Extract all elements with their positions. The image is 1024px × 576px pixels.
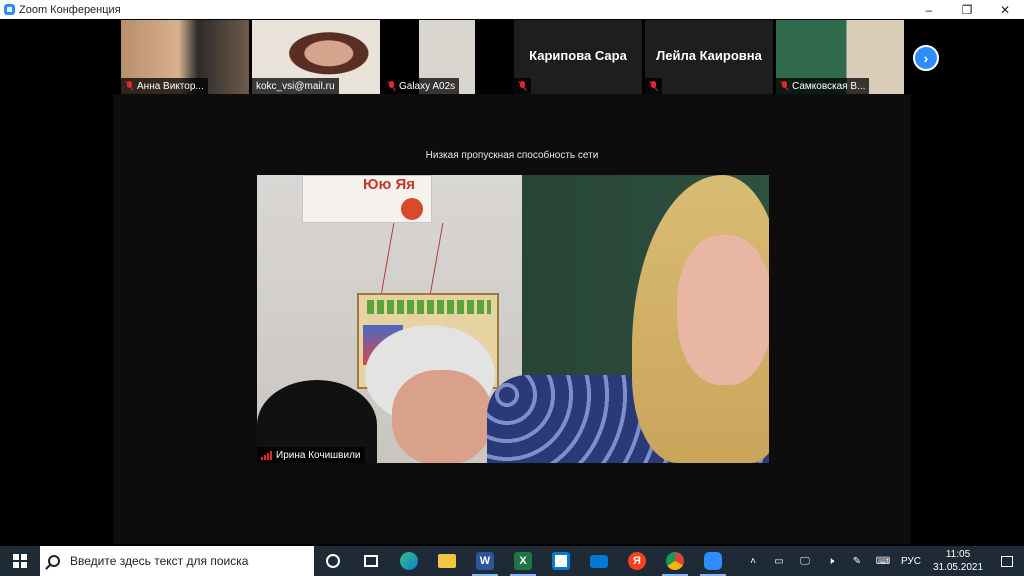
main-speaker-area: Низкая пропускная способность сети Юю Яя… (113, 94, 911, 544)
participant-name: Galaxy A02s (399, 80, 456, 92)
zoom-button[interactable] (694, 546, 732, 576)
weak-signal-icon (261, 450, 272, 460)
folder-icon (438, 554, 456, 568)
chrome-icon (666, 552, 684, 570)
edge-button[interactable] (390, 546, 428, 576)
windows-logo-icon (13, 554, 27, 568)
participant-name-tag: Анна Виктор... (121, 78, 208, 94)
word-button[interactable]: W (466, 546, 504, 576)
store-icon (552, 552, 570, 570)
close-button[interactable]: ✕ (986, 0, 1024, 19)
participant-tile[interactable]: Лейла Каировна (645, 20, 773, 94)
person-blond-face (677, 235, 769, 385)
pen-icon[interactable]: ✎ (844, 556, 870, 567)
apple-picture (401, 198, 423, 220)
participant-name-tag: Galaxy A02s (383, 78, 460, 94)
volume-icon[interactable]: 🕨 (818, 556, 844, 567)
active-speaker-video[interactable]: Юю Яя Ирина Кочишвили (257, 175, 769, 463)
participant-tile[interactable]: kokc_vsi@mail.ru (252, 20, 380, 94)
store-button[interactable] (542, 546, 580, 576)
mic-muted-icon (387, 81, 396, 91)
participant-tile[interactable]: Карипова Сара (514, 20, 642, 94)
search-icon (48, 555, 60, 567)
restore-button[interactable]: ❐ (948, 0, 986, 19)
task-view-icon (364, 555, 378, 567)
participant-name: kokc_vsi@mail.ru (256, 80, 335, 92)
next-page-button[interactable]: › (913, 45, 939, 71)
alphabet-poster: Юю Яя (302, 175, 432, 223)
mic-muted-icon (780, 81, 789, 91)
device-icon[interactable]: ▭ (766, 556, 792, 567)
keyboard-icon[interactable]: ⌨ (870, 556, 896, 567)
poster-letters: Юю Яя (363, 176, 415, 193)
taskbar-search[interactable]: Введите здесь текст для поиска (40, 546, 314, 576)
language-indicator[interactable]: РУС (896, 556, 926, 567)
speaker-name: Ирина Кочишвили (276, 449, 361, 461)
zoom-app-icon (704, 552, 722, 570)
file-explorer-button[interactable] (428, 546, 466, 576)
participant-name-tag (514, 78, 531, 94)
speaker-name-tag: Ирина Кочишвили (257, 447, 365, 463)
network-icon[interactable]: 🖵 (792, 556, 818, 567)
excel-button[interactable]: X (504, 546, 542, 576)
participant-name-tag: kokc_vsi@mail.ru (252, 78, 339, 94)
mail-icon (590, 554, 608, 568)
network-warning: Низкая пропускная способность сети (425, 150, 599, 161)
mic-muted-icon (518, 81, 527, 91)
participant-tile[interactable]: Galaxy A02s (383, 20, 511, 94)
window-titlebar: Zoom Конференция – ❐ ✕ (0, 0, 1024, 19)
search-placeholder: Введите здесь текст для поиска (70, 554, 249, 568)
notifications-button[interactable] (990, 555, 1024, 567)
windows-taskbar: Введите здесь текст для поиска W X Я ˄ ▭… (0, 546, 1024, 576)
participant-name: Самковская В... (792, 80, 866, 92)
chrome-button[interactable] (656, 546, 694, 576)
minimize-button[interactable]: – (910, 0, 948, 19)
person-face (392, 370, 492, 463)
participant-tile[interactable]: Анна Виктор... (121, 20, 249, 94)
edge-icon (400, 552, 418, 570)
clock-date: 31.05.2021 (932, 562, 984, 573)
clock[interactable]: 11:05 31.05.2021 (926, 548, 990, 574)
participant-name-tag (645, 78, 662, 94)
word-icon: W (476, 552, 494, 570)
chevron-up-icon[interactable]: ˄ (740, 556, 766, 567)
window-controls: – ❐ ✕ (910, 0, 1024, 19)
excel-icon: X (514, 552, 532, 570)
task-view-button[interactable] (352, 546, 390, 576)
notification-icon (1001, 555, 1013, 567)
participant-tile[interactable]: Самковская В... (776, 20, 904, 94)
zoom-logo-icon (4, 4, 15, 15)
participant-name-tag: Самковская В... (776, 78, 870, 94)
cortana-icon (326, 554, 340, 568)
yandex-icon: Я (628, 552, 646, 570)
mic-muted-icon (125, 81, 134, 91)
participant-big-name: Карипова Сара (529, 48, 627, 63)
participant-strip: Анна Виктор... kokc_vsi@mail.ru Galaxy A… (0, 20, 1024, 94)
clock-time: 11:05 (945, 549, 971, 560)
mail-button[interactable] (580, 546, 618, 576)
participant-big-name: Лейла Каировна (656, 48, 762, 63)
start-button[interactable] (0, 546, 40, 576)
system-tray: ˄ ▭ 🖵 🕨 ✎ ⌨ РУС 11:05 31.05.2021 (740, 546, 1024, 576)
cortana-button[interactable] (314, 546, 352, 576)
mic-muted-icon (649, 81, 658, 91)
chevron-right-icon: › (923, 50, 929, 66)
participant-name: Анна Виктор... (137, 80, 204, 92)
window-title: Zoom Конференция (19, 3, 121, 16)
yandex-button[interactable]: Я (618, 546, 656, 576)
abacus-beads (367, 300, 491, 314)
